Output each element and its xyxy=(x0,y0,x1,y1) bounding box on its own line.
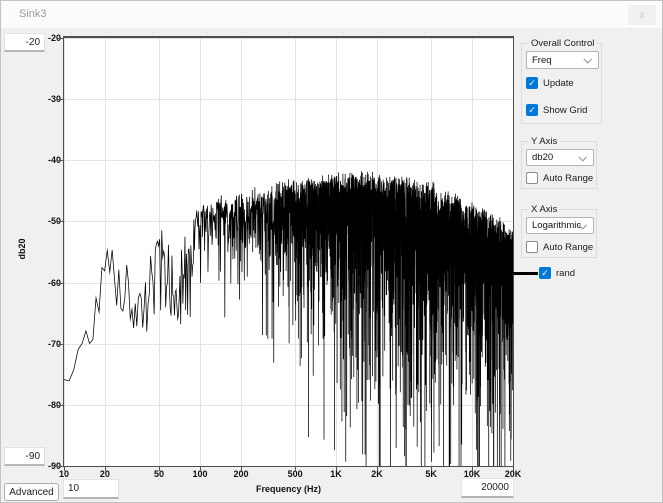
y-tick-label: -70 xyxy=(23,339,61,349)
y-axis-group: Y Axis db20 Auto Range xyxy=(521,141,597,189)
x-tick-mark xyxy=(200,467,201,471)
x-max-field[interactable] xyxy=(461,478,514,498)
y-tick-mark xyxy=(58,38,63,39)
y-tick-mark xyxy=(58,160,63,161)
y-axis-label: db20 xyxy=(16,230,28,268)
spectrum-canvas[interactable] xyxy=(64,38,513,466)
window-title: Sink3 xyxy=(19,8,47,20)
overall-control-title: Overall Control xyxy=(528,38,597,49)
y-tick-mark xyxy=(58,221,63,222)
overall-control-group: Overall Control Freq ✓ Update ✓ Show Gri… xyxy=(521,43,602,124)
x-auto-range-label: Auto Range xyxy=(543,242,593,253)
app-window: Sink3 x 1020501002005001K2K5K10K20K-20-3… xyxy=(0,0,663,503)
chevron-down-icon xyxy=(578,153,586,161)
y-tick-label: -90 xyxy=(23,461,61,471)
y-tick-mark xyxy=(58,99,63,100)
update-checkbox-label: Update xyxy=(543,78,574,89)
advanced-button[interactable]: Advanced xyxy=(4,483,59,501)
x-tick-mark xyxy=(431,467,432,471)
y-tick-label: -50 xyxy=(23,216,61,226)
y-axis-dropdown-value: db20 xyxy=(532,152,553,163)
y-axis-dropdown[interactable]: db20 xyxy=(526,149,594,166)
x-tick-mark xyxy=(377,467,378,471)
update-checkbox[interactable]: ✓ xyxy=(526,77,538,89)
show-grid-checkbox[interactable]: ✓ xyxy=(526,104,538,116)
legend-rand-checkbox[interactable]: ✓ xyxy=(539,267,551,279)
x-axis-group-title: X Axis xyxy=(528,204,560,215)
y-tick-label: -60 xyxy=(23,278,61,288)
y-tick-label: -80 xyxy=(23,400,61,410)
x-tick-mark xyxy=(336,467,337,471)
x-axis-label: Frequency (Hz) xyxy=(64,484,513,494)
y-tick-mark xyxy=(58,405,63,406)
y-tick-mark xyxy=(58,466,63,467)
chevron-down-icon xyxy=(583,55,591,63)
x-axis-group: X Axis Logarithmic Auto Range xyxy=(521,209,597,258)
x-tick-mark xyxy=(105,467,106,471)
overall-control-dropdown-value: Freq xyxy=(532,55,552,66)
y-auto-range-checkbox[interactable] xyxy=(526,172,538,184)
x-tick-mark xyxy=(159,467,160,471)
y-tick-label: -40 xyxy=(23,155,61,165)
y-tick-mark xyxy=(58,344,63,345)
title-bar: Sink3 x xyxy=(1,1,662,29)
y-tick-label: -20 xyxy=(23,33,61,43)
show-grid-checkbox-label: Show Grid xyxy=(543,105,587,116)
x-tick-mark xyxy=(64,467,65,471)
x-axis-dropdown-value: Logarithmic xyxy=(532,220,581,231)
y-tick-mark xyxy=(58,283,63,284)
x-axis-dropdown[interactable]: Logarithmic xyxy=(526,217,594,234)
y-tick-label: -30 xyxy=(23,94,61,104)
legend-rand-label: rand xyxy=(556,268,575,279)
x-tick-mark xyxy=(513,467,514,471)
overall-control-dropdown[interactable]: Freq xyxy=(526,51,599,69)
y-auto-range-label: Auto Range xyxy=(543,173,593,184)
legend-line xyxy=(512,272,538,275)
x-auto-range-checkbox[interactable] xyxy=(526,241,538,253)
x-min-field[interactable] xyxy=(63,479,119,499)
x-tick-mark xyxy=(295,467,296,471)
x-tick-mark xyxy=(472,467,473,471)
x-tick-mark xyxy=(241,467,242,471)
y-axis-group-title: Y Axis xyxy=(528,136,560,147)
close-button[interactable]: x xyxy=(628,5,656,25)
